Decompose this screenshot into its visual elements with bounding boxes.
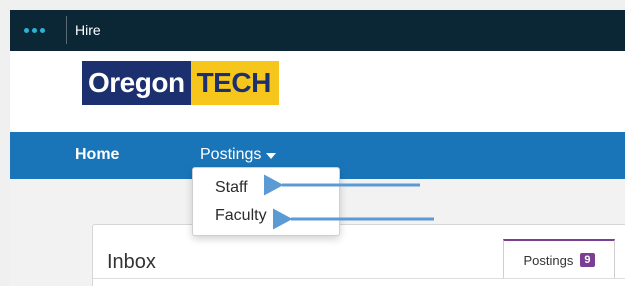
page: Hire Oregon TECH Home Postings Inbox Pos… [10, 10, 625, 286]
annotation-arrows [264, 174, 434, 230]
